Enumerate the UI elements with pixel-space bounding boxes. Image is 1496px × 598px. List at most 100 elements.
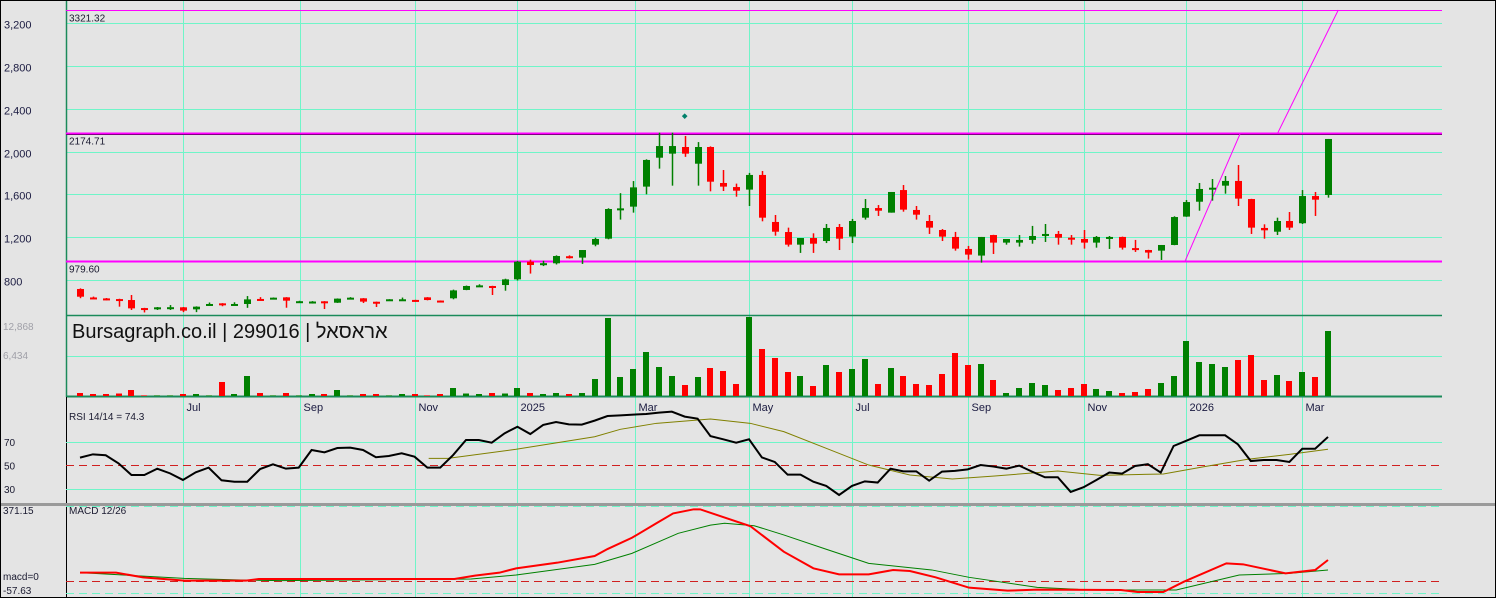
candle-down bbox=[77, 288, 84, 297]
candle-up bbox=[450, 290, 457, 299]
candle-down bbox=[926, 220, 933, 228]
month-label: Mar bbox=[639, 402, 658, 414]
candle-up bbox=[823, 227, 830, 242]
volume-bar bbox=[772, 358, 778, 396]
candle-up bbox=[1209, 187, 1216, 190]
chart-background bbox=[0, 0, 1496, 598]
volume-bar bbox=[1132, 392, 1138, 396]
volume-bar bbox=[103, 393, 109, 396]
volume-bar bbox=[1055, 390, 1061, 396]
volume-bar bbox=[888, 367, 894, 396]
month-label: 2026 bbox=[1190, 402, 1214, 414]
volume-bar bbox=[823, 365, 829, 396]
month-label: May bbox=[753, 402, 774, 414]
candle-up bbox=[502, 279, 509, 286]
candle-down bbox=[682, 147, 689, 154]
rsi-title: RSI 14/14 = 74.3 bbox=[69, 412, 145, 423]
price-tick-label: 2,000 bbox=[4, 149, 32, 161]
volume-bar bbox=[283, 392, 289, 396]
volume-bar bbox=[965, 365, 971, 396]
volume-bar bbox=[1235, 359, 1241, 396]
volume-bar bbox=[489, 392, 495, 396]
volume-bar bbox=[630, 368, 636, 396]
candle-up bbox=[334, 298, 341, 303]
volume-bar bbox=[514, 387, 520, 396]
volume-bar bbox=[1196, 361, 1202, 396]
candle-up bbox=[553, 256, 560, 264]
candle-up bbox=[695, 147, 702, 164]
volume-bar bbox=[746, 317, 752, 396]
rsi-level-label: 70 bbox=[4, 438, 16, 449]
candle-up bbox=[1299, 196, 1306, 224]
candle-down bbox=[1312, 196, 1319, 200]
candle-up bbox=[1029, 235, 1036, 240]
volume-bar bbox=[990, 379, 996, 396]
volume-bar bbox=[862, 359, 868, 396]
candle-up bbox=[154, 307, 161, 310]
candle-down bbox=[566, 256, 573, 259]
candle-down bbox=[412, 299, 419, 302]
volume-bar bbox=[1029, 383, 1035, 396]
chart-watermark-title: Bursagraph.co.il | 299016 | אראסאל bbox=[72, 321, 388, 343]
volume-bar bbox=[90, 393, 96, 396]
candle-up bbox=[656, 146, 663, 158]
volume-bar bbox=[257, 392, 263, 396]
volume-bar bbox=[360, 393, 366, 396]
volume-bar bbox=[952, 352, 958, 396]
volume-bar bbox=[116, 393, 122, 396]
macd-title: MACD 12/26 bbox=[69, 506, 127, 517]
candle-down bbox=[424, 297, 431, 301]
volume-bar bbox=[566, 393, 572, 396]
volume-bar bbox=[1183, 340, 1189, 396]
candle-down bbox=[913, 209, 920, 215]
volume-bar bbox=[1145, 388, 1151, 396]
volume-bar bbox=[167, 395, 173, 396]
volume-bar bbox=[643, 352, 649, 396]
candle-up bbox=[386, 299, 393, 302]
candle-up bbox=[1106, 236, 1113, 239]
month-label: Sep bbox=[972, 402, 992, 414]
volume-bar bbox=[1222, 366, 1228, 396]
volume-bar bbox=[707, 367, 713, 396]
candle-down bbox=[180, 307, 187, 311]
volume-bar bbox=[219, 381, 225, 396]
candle-up bbox=[643, 159, 650, 187]
volume-bar bbox=[1209, 364, 1215, 396]
volume-bar bbox=[978, 364, 984, 396]
candle-down bbox=[707, 147, 714, 182]
candle-up bbox=[797, 238, 804, 245]
candle-up bbox=[1003, 238, 1010, 243]
volume-bar bbox=[553, 392, 559, 396]
volume-bar bbox=[1093, 388, 1099, 396]
price-tick-label: 2,800 bbox=[4, 63, 32, 75]
candle-up bbox=[1171, 217, 1178, 245]
candle-up bbox=[1196, 188, 1203, 202]
candle-up bbox=[1016, 239, 1023, 243]
volume-bar bbox=[592, 379, 598, 396]
month-label: Jul bbox=[856, 402, 870, 414]
candle-up bbox=[888, 191, 895, 213]
candle-down bbox=[1286, 220, 1293, 228]
price-level-label: 979.60 bbox=[69, 265, 100, 276]
volume-axis-label: 12,868 bbox=[3, 322, 34, 333]
month-label: Mar bbox=[1306, 402, 1325, 414]
volume-bar bbox=[141, 395, 147, 396]
month-label: Nov bbox=[419, 402, 439, 414]
volume-bar bbox=[836, 372, 842, 396]
macd-min-label: -57.63 bbox=[3, 586, 32, 597]
candle-down bbox=[360, 298, 367, 302]
volume-bar bbox=[579, 392, 585, 396]
volume-bar bbox=[1068, 387, 1074, 396]
volume-bar bbox=[669, 376, 675, 396]
volume-bar bbox=[785, 372, 791, 396]
volume-bar bbox=[399, 393, 405, 396]
volume-bar bbox=[476, 393, 482, 396]
candle-down bbox=[283, 297, 290, 301]
candle-down bbox=[116, 299, 123, 302]
volume-bar bbox=[180, 393, 186, 396]
volume-bar bbox=[1106, 391, 1112, 396]
candle-up bbox=[231, 303, 238, 306]
price-tick-label: 2,400 bbox=[4, 106, 32, 118]
volume-bar bbox=[939, 373, 945, 396]
candle-down bbox=[437, 300, 444, 303]
